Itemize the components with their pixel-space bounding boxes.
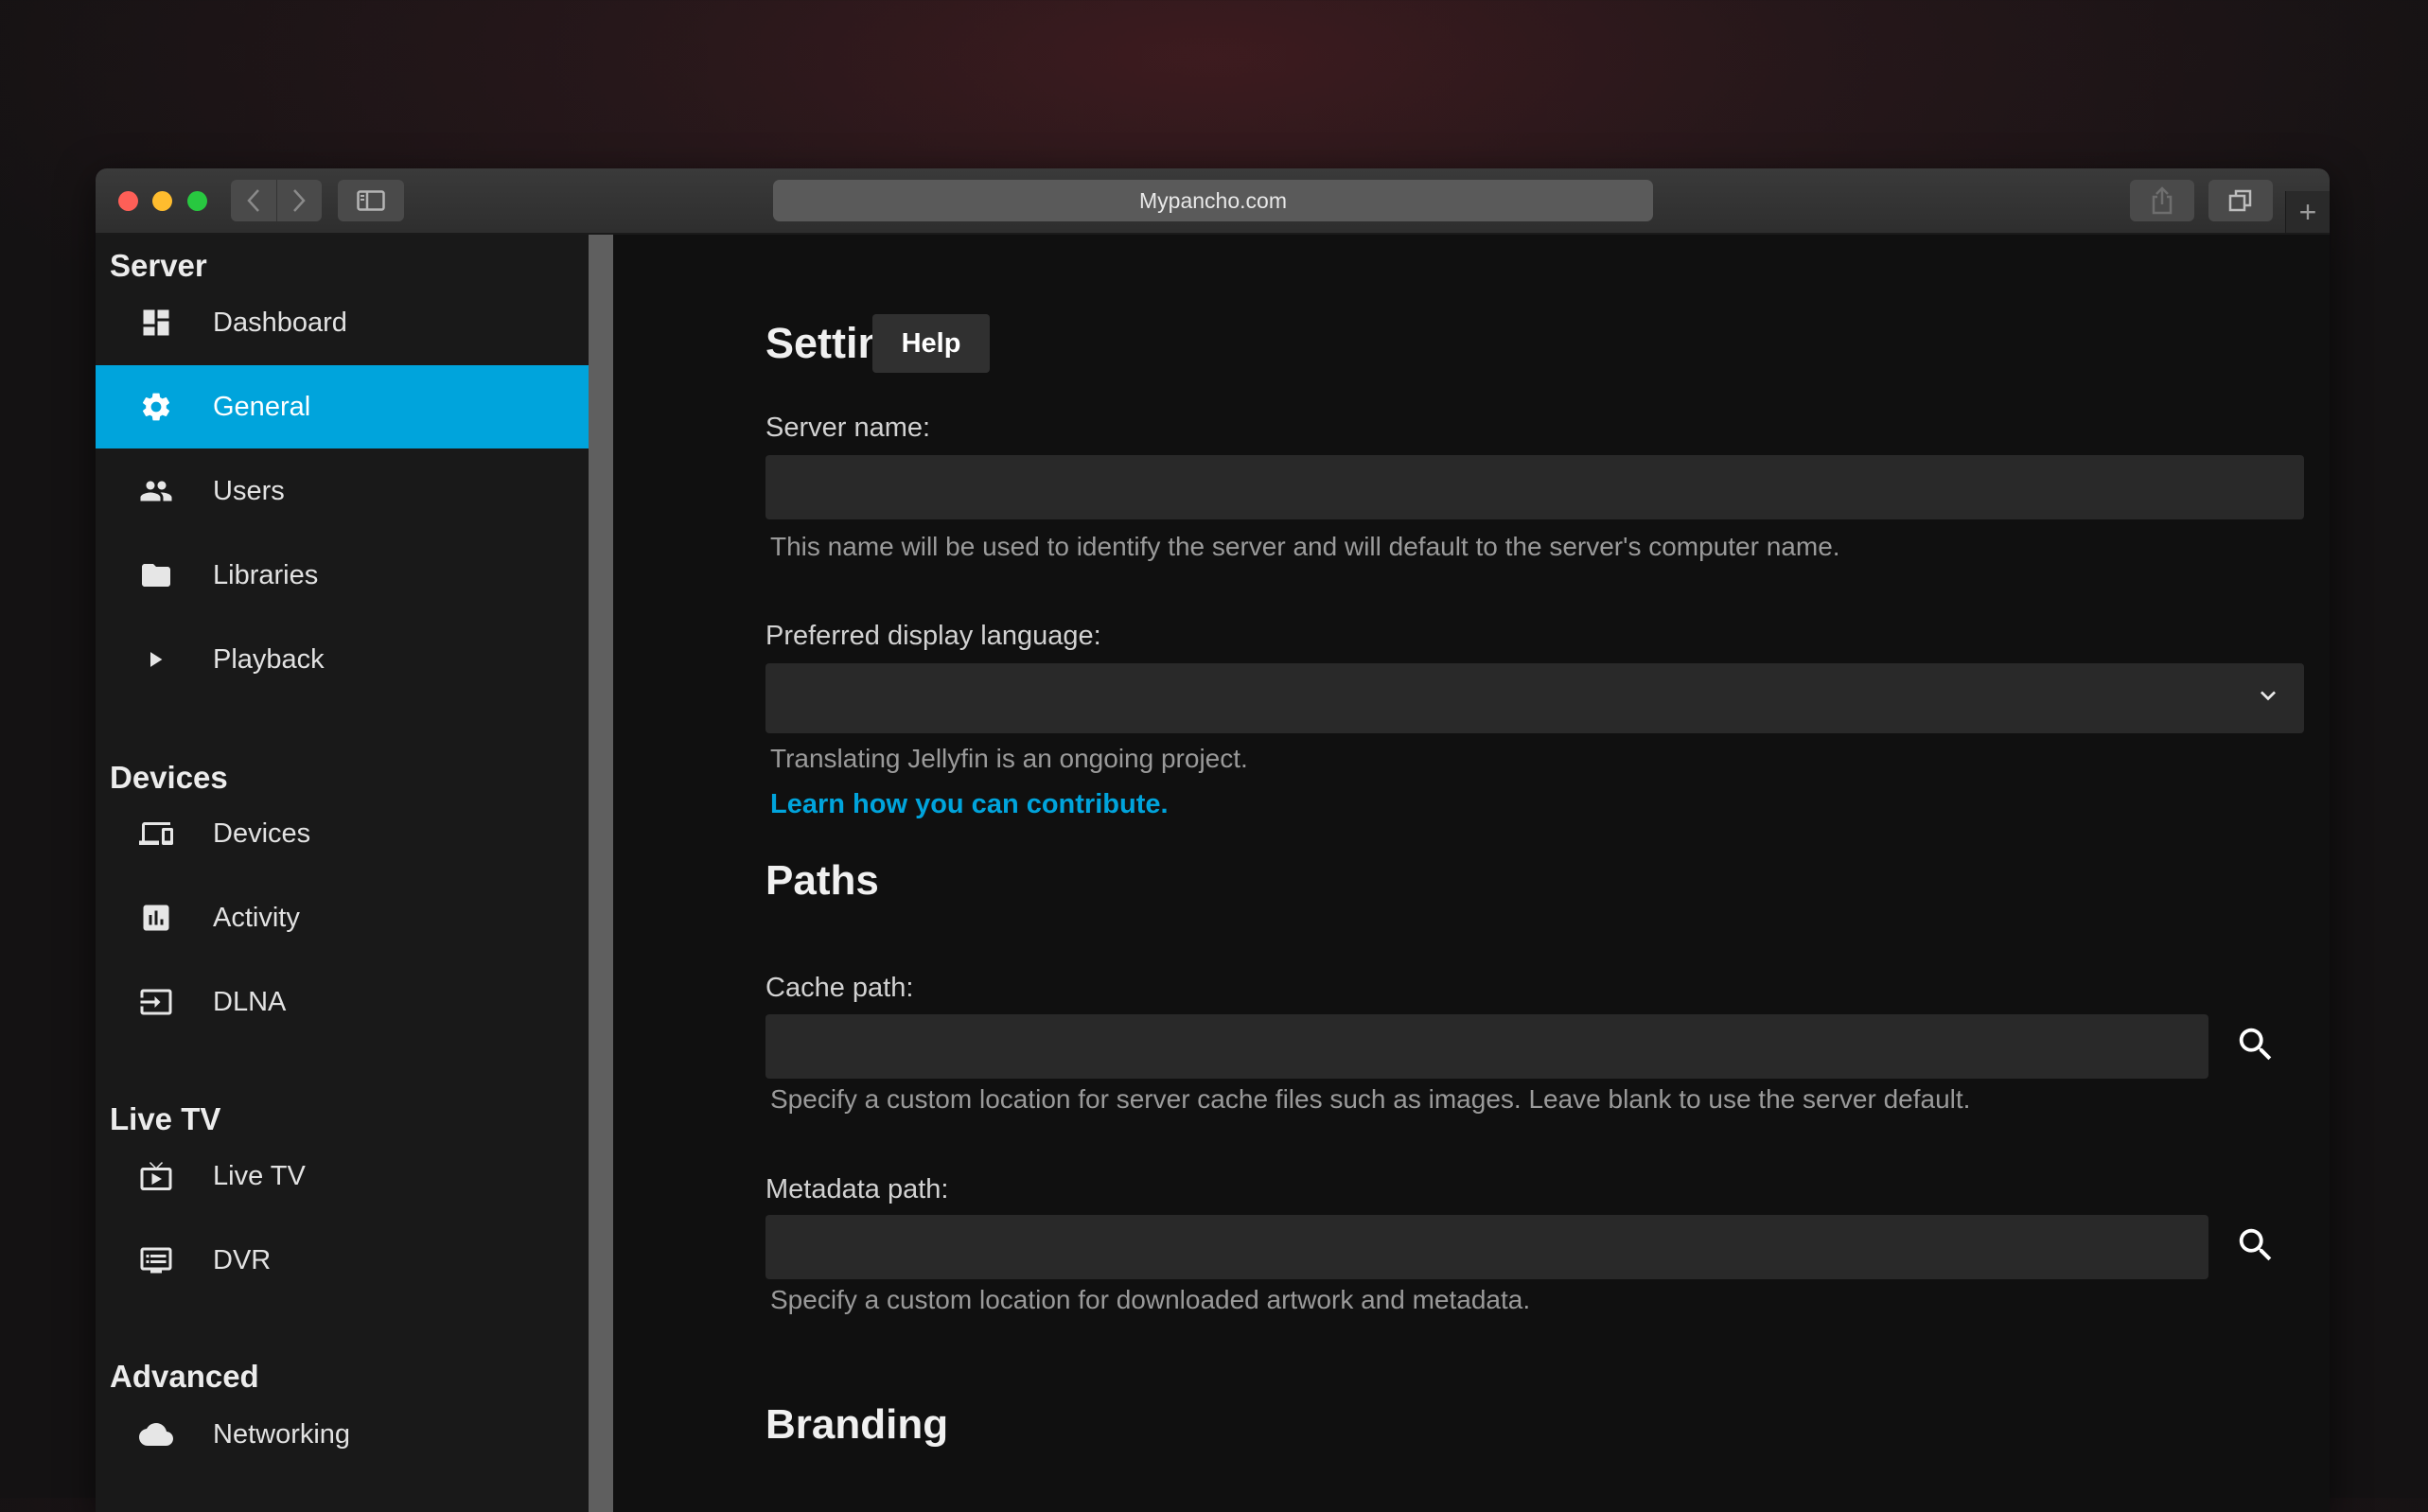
address-text: Mypancho.com xyxy=(1139,187,1287,213)
section-title-devices: Devices xyxy=(110,760,228,795)
sidebar-item-label: Networking xyxy=(213,1418,351,1450)
browser-window: Mypancho.com + Server Dashboard General … xyxy=(96,168,2330,1512)
dvr-icon xyxy=(137,1241,175,1279)
dashboard-sidebar: Server Dashboard General Users Libraries… xyxy=(96,235,589,1512)
paths-heading: Paths xyxy=(765,857,879,904)
cache-path-label: Cache path: xyxy=(765,973,914,1003)
sidebar-item-libraries[interactable]: Libraries xyxy=(96,534,589,617)
dashboard-icon xyxy=(137,304,175,342)
sidebar-item-dvr[interactable]: DVR xyxy=(96,1219,589,1302)
sidebar-item-activity[interactable]: Activity xyxy=(96,876,589,959)
close-window-button[interactable] xyxy=(118,191,138,211)
devices-icon xyxy=(137,815,175,853)
chevron-left-icon xyxy=(247,189,259,212)
search-icon[interactable] xyxy=(2234,1023,2278,1066)
sidebar-item-label: General xyxy=(213,391,311,422)
back-button[interactable] xyxy=(231,180,277,221)
sidebar-item-label: Activity xyxy=(213,902,300,933)
help-button[interactable]: Help xyxy=(872,314,990,373)
zoom-window-button[interactable] xyxy=(187,191,207,211)
metadata-path-input[interactable] xyxy=(765,1215,2208,1279)
input-icon xyxy=(137,983,175,1021)
sidebar-toggle-button[interactable] xyxy=(338,180,404,221)
section-title-server: Server xyxy=(110,248,207,283)
play-icon xyxy=(137,641,175,678)
live-tv-icon xyxy=(137,1157,175,1195)
section-title-advanced: Advanced xyxy=(110,1359,259,1394)
language-label: Preferred display language: xyxy=(765,621,1101,651)
gear-icon xyxy=(137,388,175,426)
sidebar-item-networking[interactable]: Networking xyxy=(96,1393,589,1476)
tabs-overview-button[interactable] xyxy=(2208,180,2273,221)
sidebar-item-live-tv[interactable]: Live TV xyxy=(96,1134,589,1218)
sidebar-item-label: DVR xyxy=(213,1244,272,1275)
sidebar-item-users[interactable]: Users xyxy=(96,449,589,533)
server-name-input[interactable] xyxy=(765,455,2304,519)
sidebar-item-playback[interactable]: Playback xyxy=(96,618,589,701)
contribute-link[interactable]: Learn how you can contribute. xyxy=(770,789,1169,820)
section-title-live-tv: Live TV xyxy=(110,1101,221,1136)
metadata-path-hint: Specify a custom location for downloaded… xyxy=(770,1285,1531,1314)
server-name-label: Server name: xyxy=(765,413,931,443)
chevron-right-icon xyxy=(293,189,306,212)
language-hint: Translating Jellyfin is an ongoing proje… xyxy=(770,744,1248,773)
cache-path-hint: Specify a custom location for server cac… xyxy=(770,1084,1971,1114)
forward-button[interactable] xyxy=(277,180,323,221)
address-bar[interactable]: Mypancho.com xyxy=(773,180,1653,221)
activity-icon xyxy=(137,899,175,937)
settings-content: Settings Help Server name: This name wil… xyxy=(613,235,2330,1512)
sidebar-item-label: Live TV xyxy=(213,1160,306,1191)
sidebar-item-label: Devices xyxy=(213,818,311,849)
search-icon[interactable] xyxy=(2234,1223,2278,1267)
sidebar-icon xyxy=(357,190,385,211)
minimize-window-button[interactable] xyxy=(152,191,172,211)
cache-path-input[interactable] xyxy=(765,1014,2208,1079)
sidebar-item-label: Libraries xyxy=(213,559,319,590)
share-icon xyxy=(2152,186,2173,215)
metadata-path-label: Metadata path: xyxy=(765,1174,949,1204)
sidebar-item-label: Playback xyxy=(213,643,325,675)
new-tab-button[interactable]: + xyxy=(2285,191,2330,233)
folder-icon xyxy=(137,556,175,594)
language-select[interactable] xyxy=(765,663,2304,733)
sidebar-item-dashboard[interactable]: Dashboard xyxy=(96,281,589,364)
chevron-down-icon xyxy=(2261,691,2276,701)
plus-icon: + xyxy=(2298,194,2317,229)
sidebar-item-devices[interactable]: Devices xyxy=(96,792,589,875)
browser-toolbar: Mypancho.com + xyxy=(96,168,2330,235)
sidebar-item-label: DLNA xyxy=(213,986,287,1017)
server-name-hint: This name will be used to identify the s… xyxy=(770,532,1840,561)
sidebar-item-general[interactable]: General xyxy=(96,365,589,448)
users-icon xyxy=(137,472,175,510)
cloud-icon xyxy=(137,1415,175,1453)
branding-heading: Branding xyxy=(765,1401,949,1448)
sidebar-scrollbar[interactable] xyxy=(589,235,613,1512)
history-nav xyxy=(231,180,322,221)
sidebar-item-label: Dashboard xyxy=(213,307,347,338)
sidebar-item-label: Users xyxy=(213,475,285,506)
sidebar-item-dlna[interactable]: DLNA xyxy=(96,960,589,1044)
share-button[interactable] xyxy=(2130,180,2194,221)
tabs-icon xyxy=(2228,189,2252,212)
